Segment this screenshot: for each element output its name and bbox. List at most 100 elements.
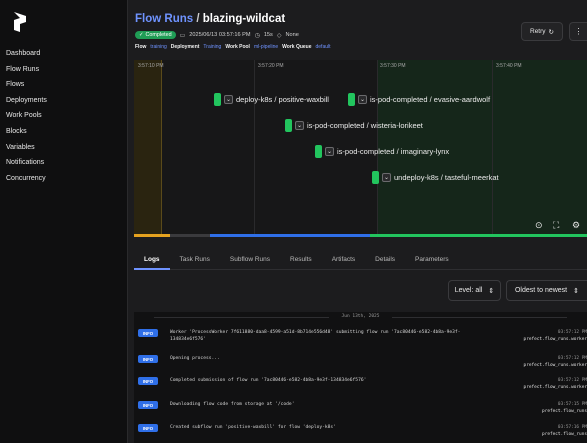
run-state-progress-bar: [134, 234, 587, 237]
chevron-down-icon[interactable]: ⌄: [358, 95, 367, 104]
run-info-line: Flow training Deployment Training Work P…: [135, 43, 331, 51]
timeline-gridline: [254, 60, 255, 235]
breadcrumb-flow-runs[interactable]: Flow Runs: [135, 13, 193, 25]
run-tags: None: [285, 32, 299, 38]
timeline-time-label: 3:57:10 PM: [138, 63, 164, 69]
sidebar-item-concurrency[interactable]: Concurrency: [0, 171, 128, 187]
fullscreen-icon[interactable]: ⛶: [553, 220, 559, 231]
state-segment-pending: [170, 234, 210, 237]
deployment-link[interactable]: Training: [203, 44, 221, 50]
tab-results[interactable]: Results: [280, 252, 322, 270]
log-time: 03:57:12 PM: [557, 378, 587, 383]
tag-icon: ◇: [276, 32, 282, 39]
log-date-divider: Jun 13th, 2025: [134, 314, 587, 319]
timeline-node-label: undeploy-k8s / tasteful-meerkat: [394, 173, 499, 182]
timeline-gridline: [492, 60, 493, 235]
sidebar-item-blocks[interactable]: Blocks: [0, 124, 128, 140]
sidebar-item-deployments[interactable]: Deployments: [0, 93, 128, 109]
chevron-down-icon[interactable]: ⌄: [325, 147, 334, 156]
work-queue-label: Work Queue: [282, 44, 312, 50]
log-message: Opening process...: [170, 356, 220, 361]
tab-logs[interactable]: Logs: [134, 252, 170, 270]
check-circle-icon: ✓: [139, 32, 144, 38]
retry-button[interactable]: Retry ↻: [521, 22, 563, 41]
flow-run-timeline[interactable]: 3:57:10 PM 3:57:20 PM 3:57:30 PM 3:57:40…: [134, 60, 587, 235]
log-row: INFO Worker 'ProcessWorker 7f611880-daa8…: [134, 326, 587, 348]
flow-link[interactable]: training: [150, 44, 166, 50]
task-state-bar: [372, 171, 379, 184]
work-pool-label: Work Pool: [225, 44, 250, 50]
run-meta: ✓ Completed ▭ 2025/06/13 03:57:16 PM ◷ 1…: [135, 30, 299, 40]
sidebar-item-flow-runs[interactable]: Flow Runs: [0, 62, 128, 78]
log-row: INFO Downloading flow code from storage …: [134, 398, 587, 420]
page-title: Flow Runs / blazing-wildcat: [135, 13, 285, 25]
sidebar-item-work-pools[interactable]: Work Pools: [0, 108, 128, 124]
prefect-logo-icon[interactable]: [12, 12, 28, 32]
sidebar: Dashboard Flow Runs Flows Deployments Wo…: [0, 0, 128, 443]
chevron-down-icon[interactable]: ⌄: [382, 173, 391, 182]
timeline-node[interactable]: ⌄ deploy-k8s / positive-waxbill: [214, 93, 329, 106]
timeline-node[interactable]: ⌄ undeploy-k8s / tasteful-meerkat: [372, 171, 499, 184]
settings-gear-icon[interactable]: ⚙: [572, 220, 580, 231]
timeline-node-label: is-pod-completed / wisteria-lorikeet: [307, 121, 423, 130]
chevron-down-icon[interactable]: ⌄: [295, 121, 304, 130]
log-level-badge: INFO: [138, 377, 158, 385]
task-state-bar: [348, 93, 355, 106]
sidebar-item-variables[interactable]: Variables: [0, 140, 128, 156]
log-level-select[interactable]: Level: all ⇕: [448, 280, 501, 301]
log-viewer[interactable]: Jun 13th, 2025 INFO Worker 'ProcessWorke…: [134, 312, 587, 443]
clock-icon: ◷: [254, 32, 260, 39]
log-level-badge: INFO: [138, 329, 158, 337]
timeline-node-label: deploy-k8s / positive-waxbill: [236, 95, 329, 104]
sidebar-item-dashboard[interactable]: Dashboard: [0, 46, 128, 62]
refresh-icon: ↻: [548, 28, 554, 36]
run-duration: 15s: [263, 32, 273, 38]
log-level-badge: INFO: [138, 355, 158, 363]
deployment-label: Deployment: [170, 44, 200, 50]
log-order-select[interactable]: Oldest to newest ⇕: [506, 280, 587, 301]
tab-details[interactable]: Details: [365, 252, 405, 270]
tab-parameters[interactable]: Parameters: [405, 252, 459, 270]
timeline-node-label: is-pod-completed / imaginary-lynx: [337, 147, 450, 156]
sidebar-nav: Dashboard Flow Runs Flows Deployments Wo…: [0, 46, 128, 186]
timeline-node-label: is-pod-completed / evasive-aardwolf: [370, 95, 491, 104]
log-logger: prefect.flow_runs.worker: [523, 385, 587, 390]
task-state-bar: [315, 145, 322, 158]
timeline-time-label: 3:57:20 PM: [258, 63, 284, 69]
tab-subflow-runs[interactable]: Subflow Runs: [220, 252, 280, 270]
tab-task-runs[interactable]: Task Runs: [170, 252, 220, 270]
chevron-down-icon[interactable]: ⌄: [224, 95, 233, 104]
log-logger: prefect.flow_runs: [542, 409, 587, 414]
log-row: INFO Created subflow run 'positive-waxbi…: [134, 421, 587, 443]
log-message: Worker 'ProcessWorker 7f611880-daa8-4599…: [170, 330, 461, 342]
sidebar-item-flows[interactable]: Flows: [0, 77, 128, 93]
timeline-time-label: 3:57:40 PM: [496, 63, 522, 69]
task-state-bar: [285, 119, 292, 132]
log-logger: prefect.flow_runs.worker: [523, 363, 587, 368]
run-tabs: Logs Task Runs Subflow Runs Results Arti…: [134, 252, 587, 270]
work-pool-link[interactable]: ml-pipeline: [254, 44, 278, 50]
timeline-node[interactable]: ⌄ is-pod-completed / evasive-aardwolf: [348, 93, 490, 106]
run-timestamp: 2025/06/13 03:57:16 PM: [189, 32, 251, 38]
log-message: Downloading flow code from storage at '/…: [170, 402, 295, 407]
timeline-node[interactable]: ⌄ is-pod-completed / wisteria-lorikeet: [285, 119, 423, 132]
log-time: 03:57:12 PM: [557, 330, 587, 335]
more-options-button[interactable]: ⋮: [569, 22, 587, 41]
log-message: Completed submission of flow run '7ac804…: [170, 378, 367, 383]
status-label: Completed: [145, 32, 172, 38]
select-arrows-icon: ⇕: [488, 287, 495, 295]
log-message: Created subflow run 'positive-waxbill' f…: [170, 425, 336, 430]
timeline-run-start-band: [134, 60, 162, 235]
log-row: INFO Completed submission of flow run '7…: [134, 374, 587, 396]
breadcrumb-separator: /: [196, 13, 200, 25]
sidebar-item-notifications[interactable]: Notifications: [0, 155, 128, 171]
run-name: blazing-wildcat: [202, 13, 286, 25]
work-queue-link[interactable]: default: [316, 44, 331, 50]
recenter-icon[interactable]: ⊙: [535, 220, 543, 231]
state-segment-running: [134, 234, 170, 237]
log-level-badge: INFO: [138, 401, 158, 409]
timeline-node[interactable]: ⌄ is-pod-completed / imaginary-lynx: [315, 145, 449, 158]
tab-artifacts[interactable]: Artifacts: [322, 252, 365, 270]
log-time: 03:57:12 PM: [557, 356, 587, 361]
select-arrows-icon: ⇕: [573, 287, 579, 295]
